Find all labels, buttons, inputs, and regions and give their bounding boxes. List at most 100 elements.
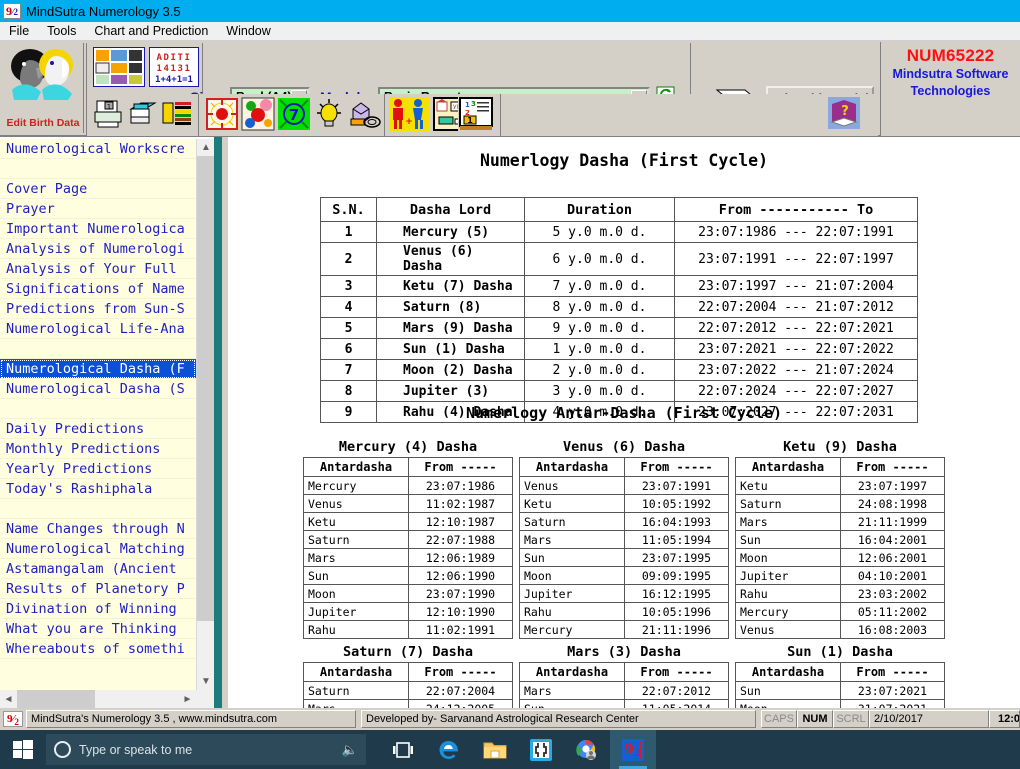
numbered-list-icon[interactable]: 1 3 2 1 <box>458 96 493 130</box>
table-row: Venus 11:02:1987 <box>303 494 513 513</box>
lightbulb-icon[interactable] <box>312 96 344 130</box>
table-cell: Moon <box>735 548 841 567</box>
table-cell: 05:11:2002 <box>840 602 945 621</box>
sidebar-item[interactable]: Prayer <box>0 199 196 219</box>
svg-text:?: ? <box>841 104 849 119</box>
sidebar-spacer <box>0 159 196 179</box>
th-duration: Duration <box>524 197 675 222</box>
scroll-right-button[interactable]: ► <box>179 690 196 708</box>
sidebar-item[interactable]: Monthly Predictions <box>0 439 196 459</box>
report-title: Numerlogy Dasha (First Cycle) <box>479 151 769 170</box>
sidebar-item[interactable]: What you are Thinking <box>0 619 196 639</box>
table-cell: Saturn (8) <box>376 296 525 318</box>
th-from: From ----- <box>840 662 945 682</box>
toolbar-separator-5 <box>198 94 199 136</box>
toolbar-icon-row: 1 7 + УП <box>86 94 476 136</box>
sidebar-item[interactable]: Analysis of Numerologi <box>0 239 196 259</box>
grid-layout-icon[interactable] <box>92 46 146 88</box>
sidebar-item[interactable]: Numerological Dasha (S <box>0 379 196 399</box>
sidebar-item[interactable]: Analysis of Your Full <box>0 259 196 279</box>
table-cell: 09:09:1995 <box>624 566 729 585</box>
help-book-icon[interactable]: ? <box>826 95 860 129</box>
male-female-icon[interactable]: + <box>388 96 429 131</box>
sidebar-horizontal-scrollbar[interactable]: ◄ ► <box>0 690 214 708</box>
table-cell: 9 y.0 m.0 d. <box>524 317 675 339</box>
th-antardasha: Antardasha <box>735 457 841 477</box>
search-input[interactable]: Type or speak to me 🔈 <box>46 734 366 765</box>
table-cell: 5 <box>320 317 377 339</box>
menu-item-chart-and-prediction[interactable]: Chart and Prediction <box>85 23 217 39</box>
sidebar-item[interactable]: Daily Predictions <box>0 419 196 439</box>
table-row: Mars24:12:2005 <box>303 699 513 708</box>
table-cell: 22:07:2012 --- 22:07:2021 <box>674 317 918 339</box>
store-icon[interactable] <box>518 730 564 769</box>
table-cell: Jupiter <box>303 602 409 621</box>
cube-spiral-icon[interactable] <box>346 96 381 130</box>
table-cell: 12:10:1990 <box>408 602 513 621</box>
sidebar-item[interactable]: Whereabouts of somethi <box>0 639 196 659</box>
sidebar-item[interactable]: Numerological Workscre <box>0 139 196 159</box>
svg-text:3: 3 <box>471 100 476 108</box>
menu-item-window[interactable]: Window <box>217 23 279 39</box>
table-cell: Mars <box>735 512 841 531</box>
table-row: Mars 12:06:1989 <box>303 548 513 567</box>
print-stack-icon[interactable] <box>126 96 158 128</box>
menu-item-file[interactable]: File <box>0 23 38 39</box>
sidebar-vertical-scrollbar[interactable]: ▲ ▼ <box>196 139 215 690</box>
aditi-name-numbers-icon[interactable]: ADITI 14131 1+4+1=1 <box>148 46 200 88</box>
chart-wheel-icon[interactable] <box>204 96 238 130</box>
vertical-scroll-thumb[interactable] <box>197 156 215 621</box>
table-cell: Saturn <box>519 512 625 531</box>
table-cell: 10:05:1996 <box>624 602 729 621</box>
table-row: Moon 12:06:2001 <box>735 548 945 567</box>
horizontal-scroll-thumb[interactable] <box>17 690 95 708</box>
sidebar-item[interactable]: Divination of Winning <box>0 599 196 619</box>
table-row: Mars 11:05:1994 <box>519 530 729 549</box>
scroll-down-button[interactable]: ▼ <box>197 673 215 690</box>
table-header-row: Antardasha From ----- <box>303 662 513 682</box>
sidebar-item[interactable]: Results of Planetory P <box>0 579 196 599</box>
table-cell: 4 <box>320 296 377 318</box>
table-cell: 7 y.0 m.0 d. <box>524 275 675 297</box>
status-caps-indicator: CAPS <box>761 710 797 728</box>
sidebar-item[interactable]: Numerological Dasha (F <box>0 359 196 379</box>
sidebar-item[interactable]: Important Numerologica <box>0 219 196 239</box>
toolbar-separator-6 <box>384 94 385 136</box>
task-view-icon[interactable] <box>380 730 426 769</box>
sidebar-item[interactable]: Today's Rashiphala <box>0 479 196 499</box>
chrome-icon[interactable] <box>564 730 610 769</box>
sidebar-item[interactable]: Astamangalam (Ancient <box>0 559 196 579</box>
sidebar-item[interactable]: Significations of Name <box>0 279 196 299</box>
table-cell: 6 <box>320 338 377 360</box>
edge-icon[interactable] <box>426 730 472 769</box>
sidebar-item[interactable]: Numerological Matching <box>0 539 196 559</box>
antar-dasha-block: Sun (1) Dasha Antardasha From ----- Sun 23:0… <box>735 644 945 708</box>
windows-taskbar: Type or speak to me 🔈 9 2 <box>0 730 1020 769</box>
print-preview-icon[interactable]: 1 <box>92 96 124 128</box>
table-cell: 2 <box>320 242 377 276</box>
svg-text:2: 2 <box>634 749 640 759</box>
color-bars-icon[interactable] <box>160 96 192 128</box>
file-explorer-icon[interactable] <box>472 730 518 769</box>
number-seven-icon[interactable]: 7 <box>276 96 310 130</box>
scroll-up-button[interactable]: ▲ <box>197 139 215 156</box>
sidebar-item[interactable]: Numerological Life-Ana <box>0 319 196 339</box>
microphone-icon[interactable]: 🔈 <box>342 742 358 758</box>
table-cell: Moon <box>303 584 409 603</box>
sidebar-item[interactable]: Yearly Predictions <box>0 459 196 479</box>
report-section-list[interactable]: Numerological Workscre Cover Page Prayer I… <box>0 139 196 690</box>
table-row: Rahu 10:05:1996 <box>519 602 729 621</box>
scroll-left-button[interactable]: ◄ <box>0 690 17 708</box>
sidebar-item[interactable]: Name Changes through N <box>0 519 196 539</box>
sidebar-item[interactable]: Predictions from Sun-S <box>0 299 196 319</box>
table-cell: 12:10:1987 <box>408 512 513 531</box>
sidebar-item[interactable]: Cover Page <box>0 179 196 199</box>
menu-item-tools[interactable]: Tools <box>38 23 85 39</box>
start-button[interactable] <box>0 730 46 769</box>
table-row: Jupiter 12:10:1990 <box>303 602 513 621</box>
mindsutra-icon[interactable]: 9 2 <box>610 730 656 769</box>
color-circles-icon[interactable] <box>240 96 275 131</box>
table-cell: 23:07:2021 <box>840 681 945 700</box>
edit-birth-data-button[interactable]: Edit Birth Data <box>2 43 84 133</box>
antar-dasha-table: AntardashaFrom -----Mars22:07:2012Sun11:… <box>519 662 729 708</box>
